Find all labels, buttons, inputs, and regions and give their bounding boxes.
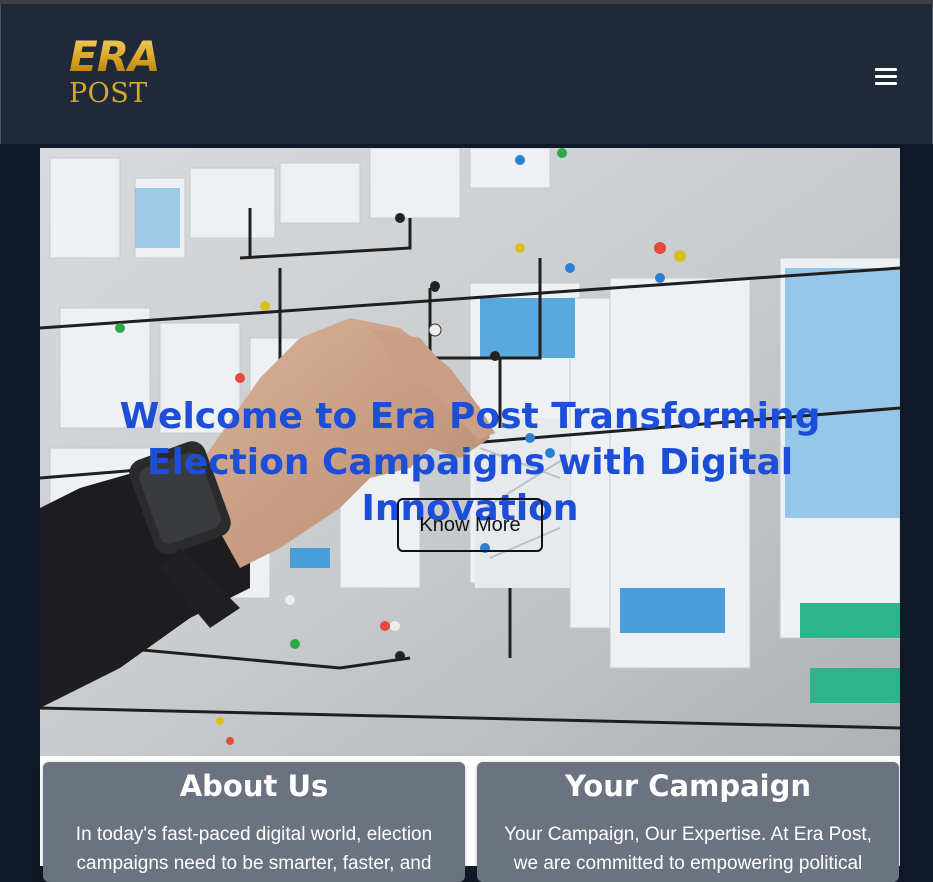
menu-bar [875,75,897,78]
your-campaign-text: Your Campaign, Our Expertise. At Era Pos… [504,824,872,874]
navbar: ERA POST [0,4,933,144]
know-more-button[interactable]: Know More [397,498,543,552]
about-us-card: About Us In today's fast-paced digital w… [43,762,465,882]
about-us-text: In today's fast-paced digital world, ele… [75,824,433,874]
hamburger-menu-icon[interactable] [873,67,899,87]
logo-post-text: POST [69,78,148,109]
hero-section: Welcome to Era Post Transforming Electio… [40,148,900,756]
your-campaign-title: Your Campaign [564,769,812,803]
about-us-title: About Us [179,769,329,803]
menu-bar [875,82,897,85]
logo-era-text: ERA [69,32,161,81]
era-post-logo[interactable]: ERA POST [67,32,161,112]
info-cards: About Us In today's fast-paced digital w… [40,756,900,882]
menu-bar [875,68,897,71]
your-campaign-card: Your Campaign Your Campaign, Our Experti… [477,762,899,882]
